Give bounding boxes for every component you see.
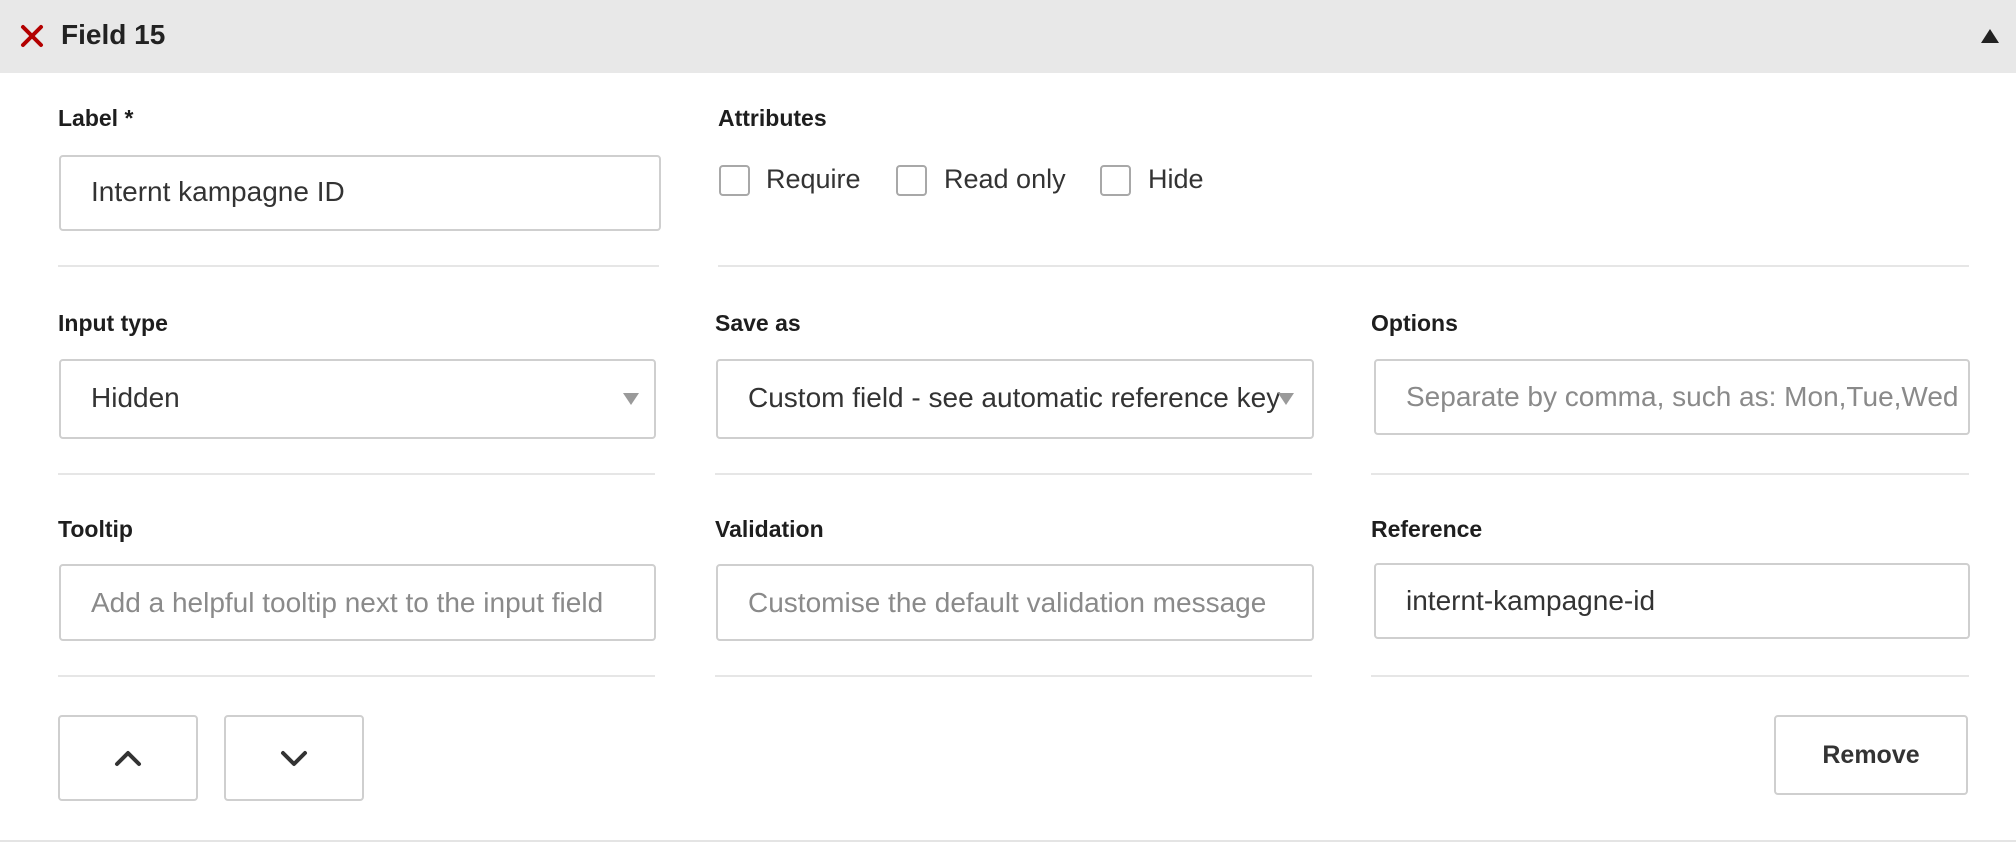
input-type-value: Hidden	[91, 382, 180, 413]
remove-button[interactable]: Remove	[1774, 715, 1968, 795]
move-down-button[interactable]	[224, 715, 364, 801]
hide-checkbox[interactable]	[1100, 165, 1131, 196]
field-panel: Field 15 Label * Internt kampagne ID Att…	[0, 0, 2016, 842]
require-checkbox[interactable]	[719, 165, 750, 196]
read-only-checkbox[interactable]	[896, 165, 927, 196]
divider	[1371, 675, 1969, 677]
field-title: Field 15	[61, 19, 166, 50]
tooltip-label: Tooltip	[58, 516, 133, 542]
chevron-up-icon	[115, 751, 141, 766]
hide-label[interactable]: Hide	[1148, 161, 1204, 197]
input-type-label: Input type	[58, 310, 168, 336]
triangle-up-icon[interactable]	[1980, 27, 2000, 45]
label-input[interactable]: Internt kampagne ID	[59, 155, 661, 231]
chevron-down-icon	[623, 393, 639, 405]
read-only-label[interactable]: Read only	[944, 161, 1066, 197]
options-label: Options	[1371, 310, 1458, 336]
label-field-label: Label *	[58, 105, 134, 131]
divider	[58, 265, 659, 267]
save-as-select[interactable]: Custom field - see automatic reference k…	[716, 359, 1314, 439]
validation-input[interactable]: Customise the default validation message	[716, 564, 1314, 641]
divider	[718, 265, 1969, 267]
reference-input[interactable]: internt-kampagne-id	[1374, 563, 1970, 639]
validation-label: Validation	[715, 516, 824, 542]
divider	[58, 473, 655, 475]
tooltip-input[interactable]: Add a helpful tooltip next to the input …	[59, 564, 656, 641]
divider	[715, 675, 1312, 677]
attributes-label: Attributes	[718, 105, 827, 131]
close-icon[interactable]	[18, 22, 46, 50]
require-label[interactable]: Require	[766, 161, 861, 197]
options-input[interactable]: Separate by comma, such as: Mon,Tue,Wed	[1374, 359, 1970, 435]
divider	[1371, 473, 1969, 475]
save-as-label: Save as	[715, 310, 801, 336]
input-type-select[interactable]: Hidden	[59, 359, 656, 439]
field-header[interactable]: Field 15	[0, 0, 2016, 73]
chevron-down-icon	[281, 751, 307, 766]
save-as-value: Custom field - see automatic reference k…	[748, 382, 1281, 413]
chevron-down-icon	[1278, 393, 1294, 405]
move-up-button[interactable]	[58, 715, 198, 801]
reference-label: Reference	[1371, 516, 1483, 542]
divider	[715, 473, 1312, 475]
divider	[58, 675, 655, 677]
